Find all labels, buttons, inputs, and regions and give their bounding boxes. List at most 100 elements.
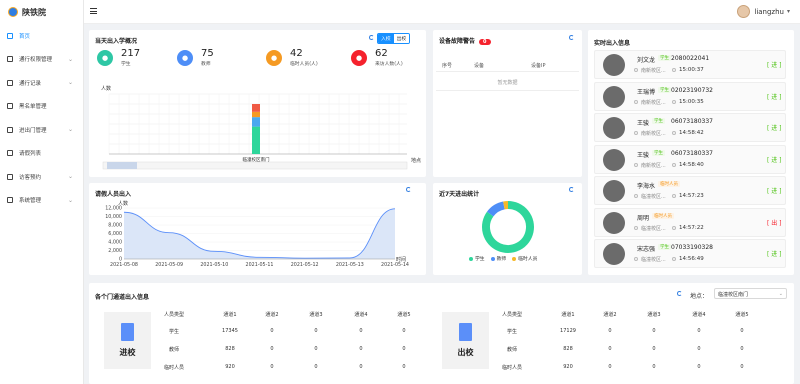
out-gate-label: 出校 — [457, 348, 474, 357]
person-photo — [603, 117, 625, 139]
person-photo — [603, 54, 625, 76]
bar-segment — [252, 104, 260, 112]
person-time: 15:00:35 — [679, 98, 704, 105]
sidebar-item[interactable]: 通行记录 ⌄ — [0, 71, 83, 95]
menu-icon — [7, 126, 13, 133]
legend-item: 教师 — [490, 255, 506, 262]
logo: 陕铁院 — [0, 0, 83, 24]
stat-value: 75 — [201, 48, 214, 59]
person-time: 14:57:22 — [679, 224, 704, 231]
table-cell: 828 — [563, 346, 573, 352]
overview-card: 当天出入学概况 入校 出校 ● 217 学生 ● 75 教师 ● 42 临时人员(人) ● 62 来访… — [89, 30, 426, 177]
table-cell: 0 — [270, 328, 274, 334]
sidebar-item[interactable]: 请假列表 — [0, 142, 83, 166]
sidebar-item[interactable]: 通行权限管理 ⌄ — [0, 48, 83, 72]
chevron-down-icon: ⌄ — [778, 291, 783, 297]
column-header: 通道2 — [603, 312, 617, 318]
leave-line-chart: 人数12,00010,0008,0006,0004,0002,00002021-… — [105, 200, 409, 268]
column-header: 通道5 — [397, 312, 411, 318]
person-time: 14:57:23 — [679, 193, 704, 199]
person-time: 14:58:42 — [679, 130, 704, 136]
list-item[interactable]: 李海水 临时人员 临潼校区... 14:57:23 [ 进 ] — [594, 176, 786, 205]
x-axis-label: 时间 — [396, 256, 406, 263]
list-item[interactable]: 王骏 学生 06073180337 南新校区... 14:58:42 [ 进 ] — [594, 113, 786, 142]
list-item[interactable]: 刘文龙 学生 2080022041 南新校区... 15:00:37 [ 进 ] — [594, 50, 786, 79]
person-time: 14:58:40 — [679, 161, 704, 168]
refresh-icon[interactable] — [569, 187, 574, 192]
chevron-down-icon: ⌄ — [67, 196, 73, 204]
column-header: 通道2 — [265, 312, 279, 318]
zoom-handle[interactable] — [107, 162, 137, 169]
y-tick-label: 12,000 — [105, 206, 122, 212]
list-item[interactable]: 宋志强 学生 07033190328 临潼校区... 14:56:49 [ 进 ] — [594, 239, 786, 268]
alarm-card: 设备故障警告 0 序号 设备 设备IP 暂无数据 — [433, 30, 582, 177]
menu-fold-icon[interactable] — [90, 8, 97, 14]
table-cell: 0 — [652, 346, 656, 352]
table-cell: 0 — [740, 364, 744, 370]
x-tick-label: 2021-05-12 — [291, 262, 319, 268]
sidebar-item[interactable]: 进出门管理 ⌄ — [0, 118, 83, 142]
table-cell: 0 — [402, 364, 406, 370]
menu-icon — [7, 197, 13, 204]
table-cell: 0 — [359, 346, 363, 352]
location-icon — [634, 194, 638, 198]
legend-item: 学生 — [469, 255, 485, 262]
refresh-icon[interactable] — [369, 35, 374, 40]
sidebar-item[interactable]: 黑名单管理 — [0, 95, 83, 119]
chevron-down-icon: ⌄ — [67, 55, 73, 63]
sidebar-item[interactable]: 访客预约 ⌄ — [0, 165, 83, 189]
person-location: 南新校区... — [641, 131, 666, 137]
direction-status: [ 进 ] — [767, 156, 782, 164]
chevron-down-icon: ⌄ — [67, 173, 73, 181]
toggle-in[interactable]: 入校 — [378, 34, 394, 43]
weekly-title: 近7天进出统计 — [439, 191, 480, 198]
user-menu[interactable]: liangzhu ▾ — [737, 5, 790, 18]
sidebar-item[interactable]: 首页 — [0, 24, 83, 48]
legend-label: 学生 — [475, 257, 485, 262]
table-cell: 0 — [608, 328, 612, 334]
table-cell: 0 — [359, 328, 363, 334]
sidebar-nav: 首页 通行权限管理 ⌄ 通行记录 ⌄ 黑名单管理 进出门管理 ⌄ 请假列表 访客预约 ⌄ 系统管理 ⌄ — [0, 24, 83, 212]
bar-segment — [252, 111, 260, 118]
overview-title: 当天出入学概况 — [95, 38, 138, 45]
app-name: 陕铁院 — [22, 7, 46, 17]
table-cell: 0 — [314, 328, 318, 334]
temp-person-icon: ● — [266, 49, 282, 66]
y-tick-label: 8,000 — [108, 223, 122, 229]
zoom-slider[interactable] — [102, 161, 408, 170]
visitor-icon: ● — [351, 49, 367, 66]
person-location: 临潼校区... — [641, 257, 666, 263]
table-cell: 0 — [314, 364, 318, 370]
legend-dot-icon — [490, 256, 495, 261]
table-cell: 0 — [697, 346, 701, 352]
toggle-out[interactable]: 出校 — [393, 34, 410, 43]
weekly-legend: 学生 教师 临时人员 — [469, 255, 537, 262]
list-item[interactable]: 周明 临时人员 临潼校区... 14:57:22 [ 出 ] — [594, 207, 786, 237]
location-select[interactable]: 临潼校区南门 ⌄ — [714, 288, 787, 299]
list-item[interactable]: 王瑞博 学生 02023190732 南新校区... 15:00:35 [ 进 ] — [594, 81, 786, 111]
y-tick-label: 10,000 — [105, 214, 122, 220]
refresh-icon[interactable] — [677, 291, 682, 296]
table-cell: 临时人员 — [163, 365, 184, 371]
table-cell: 教师 — [506, 347, 517, 353]
list-item[interactable]: 王骏 学生 06073180337 南新校区... 14:58:40 [ 进 ] — [594, 144, 786, 174]
stat-value: 42 — [290, 48, 303, 59]
table-cell: 0 — [652, 328, 656, 334]
person-type-badge: 临时人员 — [652, 212, 674, 219]
sidebar-item-label: 黑名单管理 — [19, 104, 47, 111]
person-location: 临潼校区... — [641, 194, 666, 200]
clock-icon — [672, 131, 676, 135]
refresh-icon[interactable] — [569, 35, 574, 40]
refresh-icon[interactable] — [406, 187, 411, 192]
x-axis-label: 地点 — [411, 157, 421, 164]
table-cell: 828 — [225, 346, 235, 352]
donut-slice — [486, 201, 505, 217]
menu-icon — [7, 173, 13, 180]
sidebar-item[interactable]: 系统管理 ⌄ — [0, 189, 83, 213]
x-tick-label: 2021-05-10 — [200, 262, 228, 268]
sidebar-item-label: 通行记录 — [19, 80, 42, 87]
menu-icon — [7, 103, 13, 110]
stat-value: 62 — [375, 48, 388, 59]
y-tick-label: 2,000 — [108, 248, 122, 254]
person-name: 周明 — [637, 214, 650, 222]
